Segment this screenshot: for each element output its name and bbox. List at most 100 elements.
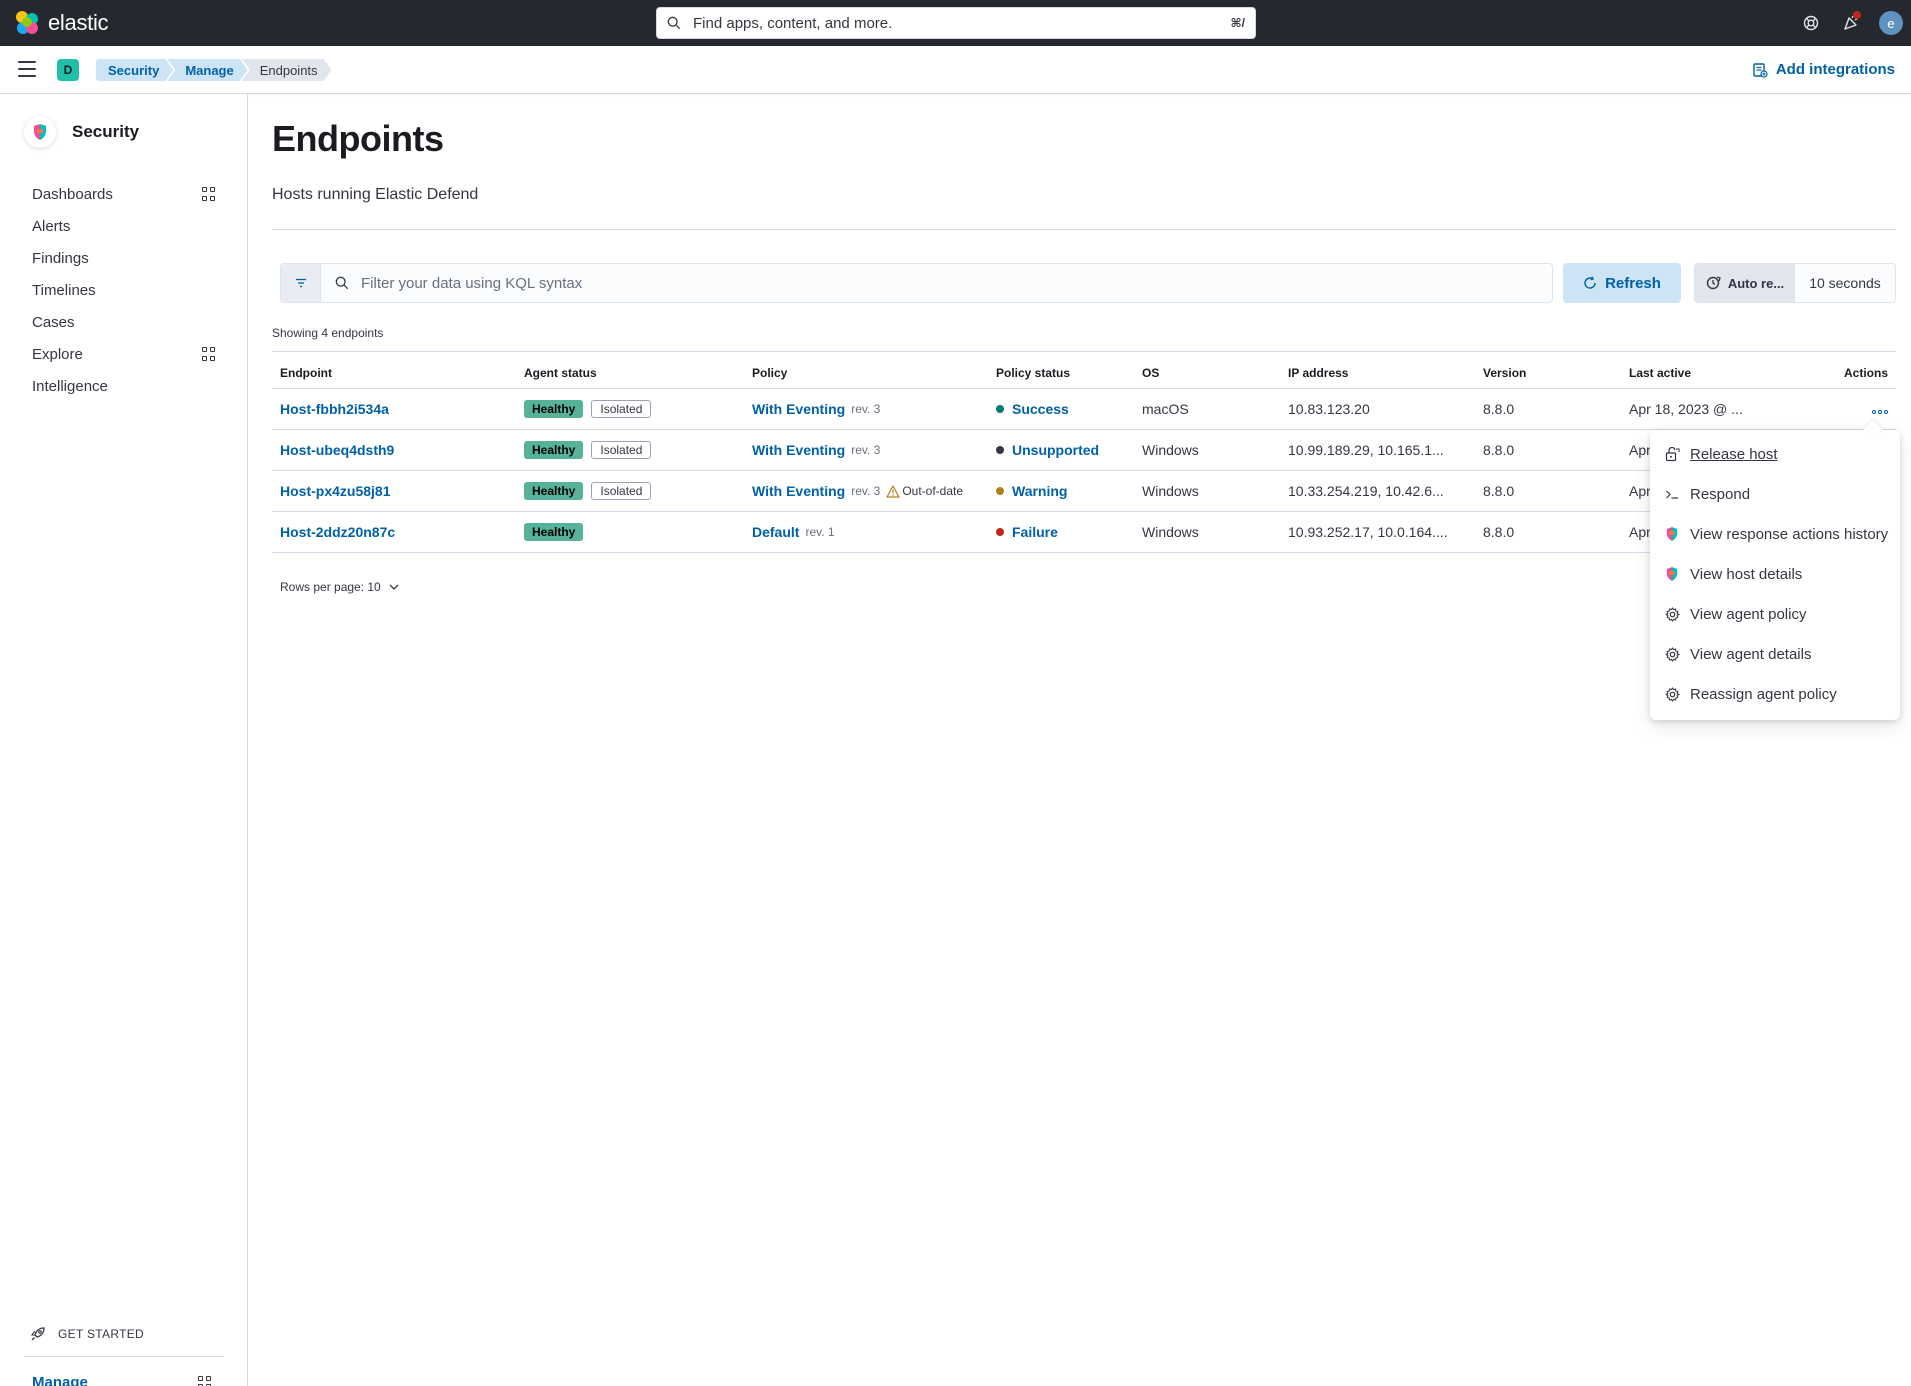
row-actions-icon[interactable] [1872,410,1888,414]
column-header-version[interactable]: Version [1475,366,1621,380]
apps-grid-icon[interactable] [202,347,216,361]
get-started-link[interactable]: GET STARTED [30,1326,144,1342]
results-count: Showing 4 endpoints [272,326,384,340]
policy-status-link[interactable]: Success [1012,401,1069,417]
policy-link[interactable]: With Eventing [752,483,845,499]
security-logo-icon [24,116,56,148]
column-header-actions: Actions [1843,365,1888,380]
endpoint-link[interactable]: Host-px4zu58j81 [280,483,390,499]
filter-menu-button[interactable] [281,264,321,302]
apps-grid-icon[interactable] [198,1375,212,1386]
search-icon [667,16,681,30]
search-placeholder: Find apps, content, and more. [693,14,893,32]
menu-item-release-host[interactable]: Release host [1650,434,1900,474]
os-cell: Windows [1142,524,1199,540]
policy-status-link[interactable]: Unsupported [1012,442,1099,458]
unlock-icon [1664,446,1680,462]
sidebar-item-cases[interactable]: Cases [0,306,248,338]
global-search-input[interactable]: Find apps, content, and more. ⌘/ [656,7,1256,39]
column-header-endpoint[interactable]: Endpoint [272,366,516,380]
menu-item-view-agent-policy[interactable]: View agent policy [1650,594,1900,634]
status-dot [996,528,1004,536]
column-header-policy-status[interactable]: Policy status [988,366,1134,380]
menu-item-response-actions-history[interactable]: View response actions history [1650,514,1900,554]
refresh-interval[interactable]: 10 seconds [1795,264,1895,302]
kql-placeholder: Filter your data using KQL syntax [361,274,583,292]
sidebar-item-findings[interactable]: Findings [0,242,248,274]
apps-grid-icon[interactable] [202,187,216,201]
integrations-icon [1753,62,1768,78]
page-description: Hosts running Elastic Defend [272,186,479,203]
search-icon [335,276,349,290]
space-selector[interactable]: D [57,59,79,81]
column-header-last-active[interactable]: Last active [1621,366,1816,380]
version-cell: 8.8.0 [1483,524,1515,540]
os-cell: macOS [1142,401,1189,417]
sidebar-item-label: Manage [32,1374,88,1386]
menu-item-reassign-agent-policy[interactable]: Reassign agent policy [1650,674,1900,714]
search-shortcut: ⌘/ [1230,16,1245,30]
endpoint-link[interactable]: Host-2ddz20n87c [280,524,395,540]
console-icon [1664,486,1680,502]
news-feed-button[interactable] [1831,0,1871,46]
isolated-badge: Isolated [591,482,652,500]
breadcrumb-endpoints: Endpoints [242,59,332,81]
policy-link[interactable]: With Eventing [752,442,845,458]
auto-refresh-toggle[interactable]: Auto re... [1695,264,1795,302]
sidebar-item-label: Findings [32,249,89,267]
add-integrations-button[interactable]: Add integrations [1752,61,1895,78]
column-header-agent-status[interactable]: Agent status [516,366,744,380]
breadcrumb-manage[interactable]: Manage [167,59,247,81]
menu-item-view-agent-details[interactable]: View agent details [1650,634,1900,674]
table-header: Endpoint Agent status Policy Policy stat… [272,357,1896,389]
sub-header: D Security Manage Endpoints Add integrat… [0,46,1911,94]
breadcrumb-security[interactable]: Security [96,59,173,81]
column-header-ip-address[interactable]: IP address [1280,366,1475,380]
menu-item-respond[interactable]: Respond [1650,474,1900,514]
menu-item-label: Release host [1690,445,1778,463]
avatar: e [1879,11,1903,35]
policy-revision: rev. 3 [851,402,881,416]
get-started-label: GET STARTED [58,1327,144,1341]
policy-status-link[interactable]: Failure [1012,524,1058,540]
gear-icon [1664,606,1680,622]
healthy-badge: Healthy [524,482,584,500]
sidebar-item-label: Dashboards [32,185,113,203]
results-divider [272,351,1896,352]
sidebar-item-timelines[interactable]: Timelines [0,274,248,306]
elastic-logo[interactable]: elastic [16,10,109,36]
endpoint-link[interactable]: Host-ubeq4dsth9 [280,442,394,458]
help-button[interactable] [1791,0,1831,46]
isolated-badge: Isolated [591,400,652,418]
user-menu-button[interactable]: e [1871,0,1911,46]
column-header-policy[interactable]: Policy [744,366,988,380]
add-integrations-label: Add integrations [1775,61,1895,78]
rows-per-page-button[interactable]: Rows per page: 10 [280,580,399,594]
kql-search-input[interactable]: Filter your data using KQL syntax [280,263,1553,303]
status-dot [996,405,1004,413]
policy-status-link[interactable]: Warning [1012,483,1067,499]
filter-icon [295,278,306,288]
policy-revision: rev. 1 [805,525,835,539]
refresh-label: Refresh [1605,274,1661,292]
endpoint-link[interactable]: Host-fbbh2i534a [280,401,389,417]
sidebar-header[interactable]: Security [24,116,139,148]
sidebar-item-label: Timelines [32,281,96,299]
ip-cell: 10.99.189.29, 10.165.1... [1288,442,1444,458]
sidebar-item-explore[interactable]: Explore [0,338,248,370]
refresh-icon [1584,276,1596,289]
column-header-os[interactable]: OS [1134,366,1280,380]
refresh-button[interactable]: Refresh [1563,263,1681,303]
menu-item-view-host-details[interactable]: View host details [1650,554,1900,594]
policy-link[interactable]: Default [752,524,799,540]
sidebar-item-alerts[interactable]: Alerts [0,210,248,242]
menu-toggle-icon[interactable] [18,61,36,77]
sidebar-item-intelligence[interactable]: Intelligence [0,370,248,402]
sidebar-item-manage[interactable]: Manage [32,1374,212,1386]
last-active-cell: Apr 18, 2023 @ ... [1629,401,1743,417]
policy-link[interactable]: With Eventing [752,401,845,417]
rows-per-page-label: Rows per page: 10 [280,580,381,594]
search-bar-row: Filter your data using KQL syntax Refres… [280,263,1896,303]
header-icons: e [1791,0,1911,46]
sidebar-item-dashboards[interactable]: Dashboards [0,178,248,210]
